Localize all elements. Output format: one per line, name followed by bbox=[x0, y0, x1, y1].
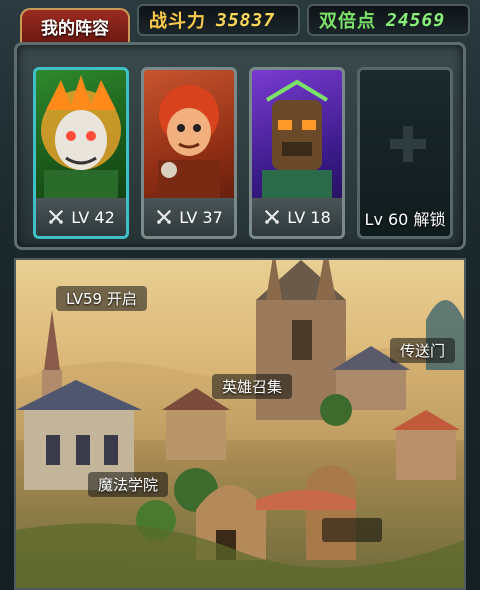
unlock-level-label: Lv 60 解锁 bbox=[364, 210, 446, 229]
town-map: LV59 开启 英雄召集 传送门 魔法学院 bbox=[14, 258, 466, 590]
hero-portrait-3 bbox=[262, 79, 332, 202]
crossed-swords-icon bbox=[157, 209, 172, 225]
dimmed-location-marker[interactable] bbox=[322, 518, 382, 542]
combat-power-label: 战斗力 bbox=[149, 11, 206, 32]
double-points-label: 双倍点 bbox=[319, 11, 376, 32]
header: 我的阵容 战斗力 35837 双倍点 24569 bbox=[0, 0, 480, 42]
hero-portrait-2 bbox=[158, 85, 220, 202]
hero-slot-2[interactable]: LV 37 bbox=[141, 67, 237, 239]
double-points-value: 24569 bbox=[386, 9, 446, 31]
combat-power-value: 35837 bbox=[216, 9, 276, 31]
hero-slot-1[interactable]: LV 42 bbox=[33, 67, 129, 239]
double-points-display: 双倍点 24569 bbox=[307, 4, 470, 36]
crossed-swords-icon bbox=[265, 209, 280, 225]
magic-academy-location[interactable]: 魔法学院 bbox=[88, 472, 169, 497]
hero-slot-3[interactable]: LV 18 bbox=[249, 67, 345, 239]
combat-power-display: 战斗力 35837 bbox=[137, 4, 300, 36]
crossed-swords-icon bbox=[49, 209, 64, 225]
lineup-panel: LV 42 LV 37 LV 18 Lv 60 解锁 bbox=[14, 42, 466, 250]
hero-level-3: LV 18 bbox=[287, 207, 331, 227]
hero-level-bar-3: LV 18 bbox=[252, 198, 342, 236]
my-lineup-tab[interactable]: 我的阵容 bbox=[20, 8, 130, 42]
lv59-unlock-location[interactable]: LV59 开启 bbox=[56, 286, 147, 311]
hero-level-1: LV 42 bbox=[71, 207, 115, 227]
plus-icon bbox=[390, 126, 426, 162]
hero-level-2: LV 37 bbox=[179, 207, 223, 227]
portal-location[interactable]: 传送门 bbox=[390, 338, 456, 363]
hero-level-bar-2: LV 37 bbox=[144, 198, 234, 236]
hero-level-bar-1: LV 42 bbox=[36, 198, 126, 236]
locked-hero-slot[interactable]: Lv 60 解锁 bbox=[357, 67, 453, 239]
hero-summon-location[interactable]: 英雄召集 bbox=[212, 374, 293, 399]
hero-portrait-1 bbox=[41, 75, 121, 200]
